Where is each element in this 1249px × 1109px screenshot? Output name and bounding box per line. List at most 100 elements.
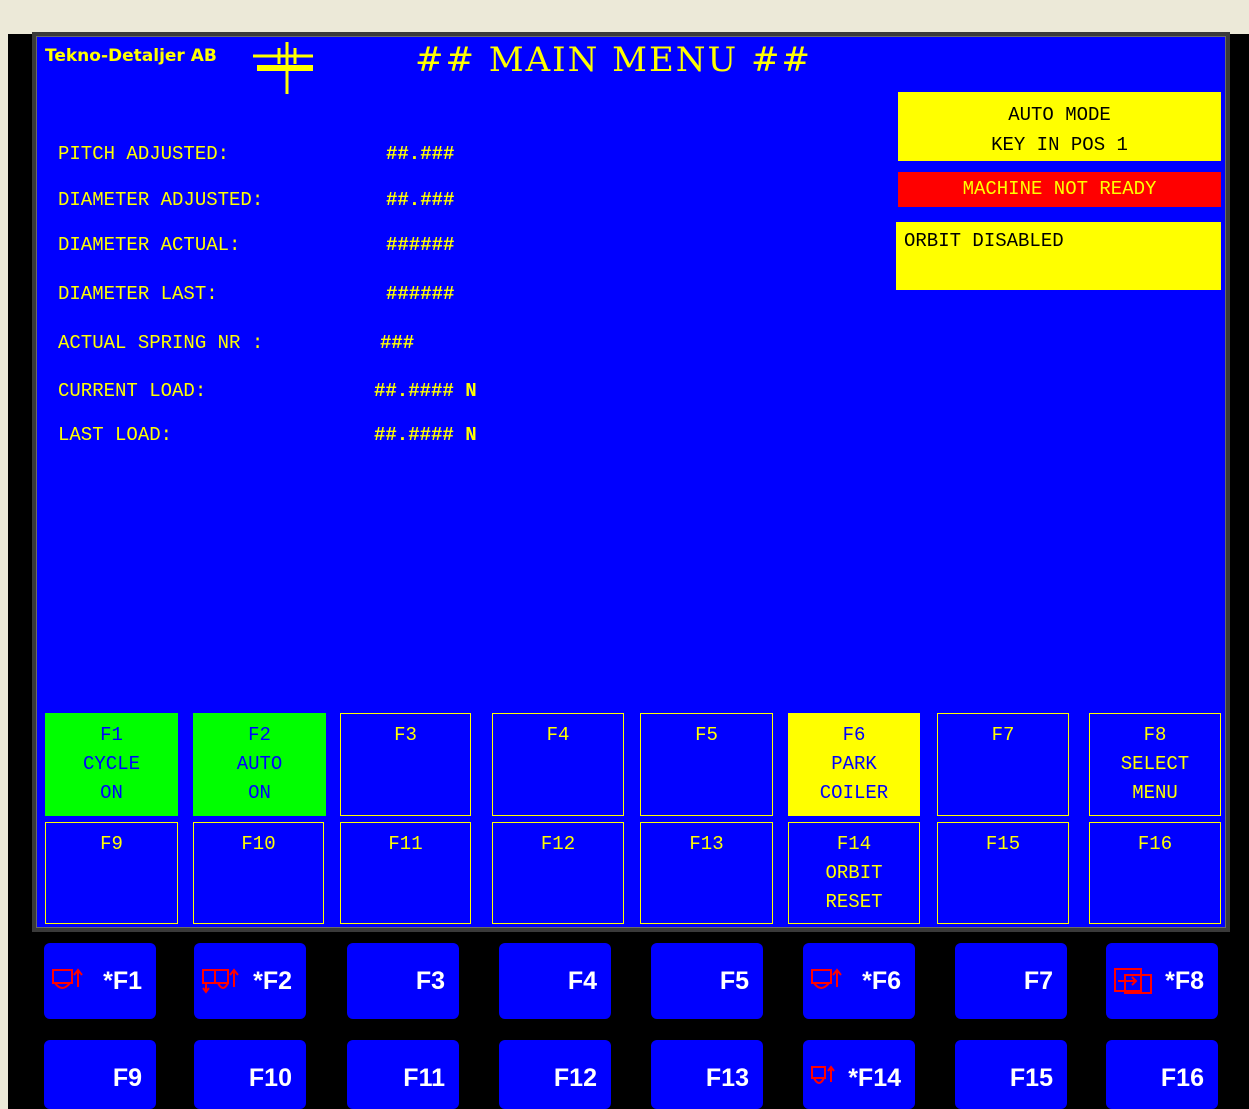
mode-status-box: AUTO MODE KEY IN POS 1 [898, 92, 1221, 161]
screen-key-f16-id: F16 [1137, 833, 1173, 855]
hard-key-f16[interactable]: F16 [1106, 1040, 1218, 1109]
screen-key-f5[interactable]: F5 [640, 713, 773, 816]
screen-key-f8-line1: SELECT [1120, 753, 1190, 775]
screen-key-f2-line2: ON [248, 782, 271, 804]
page-title: ## MAIN MENU ## [415, 40, 812, 80]
screen-key-f10-id: F10 [241, 833, 276, 855]
screen-key-f3-id: F3 [394, 724, 417, 746]
screen-key-f11-id: F11 [388, 833, 423, 855]
screen-key-f6-line1: PARK [831, 753, 877, 775]
hard-key-f13-label: F13 [705, 1064, 749, 1092]
cycle-arrow-icon [811, 1065, 835, 1084]
hard-key-f14-label: *F14 [848, 1064, 901, 1092]
field-label-last-load: LAST LOAD: [58, 424, 173, 446]
screen-key-f1-line2: ON [100, 782, 123, 804]
field-label-diameter-actual: DIAMETER ACTUAL: [58, 234, 241, 256]
orbit-status-box: ORBIT DISABLED [896, 222, 1221, 290]
screen-key-f15-id: F15 [985, 833, 1021, 855]
hard-key-f5[interactable]: F5 [651, 943, 763, 1019]
screen-key-f7[interactable]: F7 [937, 713, 1069, 816]
select-menu-icon [1114, 968, 1152, 994]
double-cycle-arrow-icon [202, 968, 239, 994]
screen-key-f13[interactable]: F13 [640, 822, 773, 924]
field-label-actual-spring-nr: ACTUAL SPRING NR : [58, 332, 264, 354]
screen-key-f9[interactable]: F9 [45, 822, 178, 924]
mode-status-line2: KEY IN POS 1 [991, 134, 1128, 156]
screen-key-f7-id: F7 [991, 724, 1015, 746]
field-value-diameter-actual: ###### [386, 234, 455, 256]
screen-key-f6-id: F6 [842, 724, 866, 746]
field-value-diameter-adjusted: ##.### [386, 189, 455, 211]
hard-key-f7-label: F7 [1023, 967, 1053, 995]
screen-key-f10[interactable]: F10 [193, 822, 324, 924]
hard-key-f9-label: F9 [112, 1064, 142, 1092]
hard-key-f10-label: F10 [248, 1064, 292, 1092]
screen-key-f14[interactable]: F14 ORBIT RESET [788, 822, 920, 924]
hard-key-f8[interactable]: *F8 [1106, 943, 1218, 1019]
screen-key-f4[interactable]: F4 [492, 713, 624, 816]
screen-key-f1[interactable]: F1 CYCLE ON [45, 713, 178, 816]
machine-ready-alarm: MACHINE NOT READY [898, 172, 1221, 207]
screen-key-f3[interactable]: F3 [340, 713, 471, 816]
hard-key-f12-label: F12 [553, 1064, 597, 1092]
screen-key-f1-line1: CYCLE [82, 753, 140, 775]
screen-key-f2[interactable]: F2 AUTO ON [193, 713, 326, 816]
hard-key-f12[interactable]: F12 [499, 1040, 611, 1109]
hard-key-f15-label: F15 [1009, 1064, 1053, 1092]
screen-key-f16[interactable]: F16 [1089, 822, 1221, 924]
mode-status-line1: AUTO MODE [1008, 104, 1111, 126]
screen-key-f6-line2: COILER [819, 782, 889, 804]
hard-key-f6-label: *F6 [862, 967, 901, 995]
cycle-arrow-icon [52, 968, 83, 989]
field-value-pitch-adjusted: ##.### [386, 143, 455, 165]
hard-key-f9[interactable]: F9 [44, 1040, 156, 1109]
screen-key-f14-line1: ORBIT [825, 862, 883, 884]
screen-key-f4-id: F4 [546, 724, 570, 746]
screen-key-f14-id: F14 [836, 833, 872, 855]
hard-key-f7[interactable]: F7 [955, 943, 1067, 1019]
field-label-pitch-adjusted: PITCH ADJUSTED: [58, 143, 230, 165]
hard-key-f1-label: *F1 [103, 967, 142, 995]
screen-key-f8[interactable]: F8 SELECT MENU [1089, 713, 1221, 816]
hard-key-f13[interactable]: F13 [651, 1040, 763, 1109]
hard-key-f3[interactable]: F3 [347, 943, 459, 1019]
screen-key-f8-id: F8 [1143, 724, 1167, 746]
hard-key-f4[interactable]: F4 [499, 943, 611, 1019]
screen-key-f14-line2: RESET [825, 891, 883, 913]
hard-key-f11[interactable]: F11 [347, 1040, 459, 1109]
brand-name: Tekno-Detaljer AB [45, 46, 217, 66]
hard-key-f10[interactable]: F10 [194, 1040, 306, 1109]
cycle-arrow-icon [811, 968, 842, 989]
hard-key-f3-label: F3 [415, 967, 445, 995]
screen-key-f9-id: F9 [100, 833, 123, 855]
screen-key-f2-line1: AUTO [236, 753, 283, 775]
screen-key-f5-id: F5 [695, 724, 718, 746]
screen-key-f1-id: F1 [100, 724, 123, 746]
screen-key-f8-line2: MENU [1132, 782, 1178, 804]
hard-key-f4-label: F4 [567, 967, 597, 995]
field-label-diameter-last: DIAMETER LAST: [58, 283, 218, 305]
field-label-current-load: CURRENT LOAD: [58, 380, 207, 402]
screen-key-f11[interactable]: F11 [340, 822, 471, 924]
field-value-diameter-last: ###### [386, 283, 455, 305]
hard-key-f11-label: F11 [403, 1064, 445, 1092]
hard-key-f8-label: *F8 [1165, 967, 1204, 995]
field-value-actual-spring-nr: ### [380, 332, 415, 354]
hard-key-f2[interactable]: *F2 [194, 943, 306, 1019]
screen-key-f6[interactable]: F6 PARK COILER [788, 713, 920, 816]
hard-key-f14[interactable]: *F14 [803, 1040, 915, 1109]
hard-key-f1[interactable]: *F1 [44, 943, 156, 1019]
field-label-diameter-adjusted: DIAMETER ADJUSTED: [58, 189, 264, 211]
hard-key-f2-label: *F2 [253, 967, 292, 995]
hard-key-f16-label: F16 [1160, 1064, 1204, 1092]
hard-key-f5-label: F5 [719, 967, 749, 995]
screen-key-f12-id: F12 [540, 833, 576, 855]
hard-key-f15[interactable]: F15 [955, 1040, 1067, 1109]
field-value-last-load: ##.#### N [374, 424, 477, 446]
hard-key-f6[interactable]: *F6 [803, 943, 915, 1019]
screen-key-f2-id: F2 [248, 724, 271, 746]
screen-key-f12[interactable]: F12 [492, 822, 624, 924]
screen-key-f13-id: F13 [689, 833, 724, 855]
screen-key-f15[interactable]: F15 [937, 822, 1069, 924]
brand-logo-icon [253, 42, 313, 94]
